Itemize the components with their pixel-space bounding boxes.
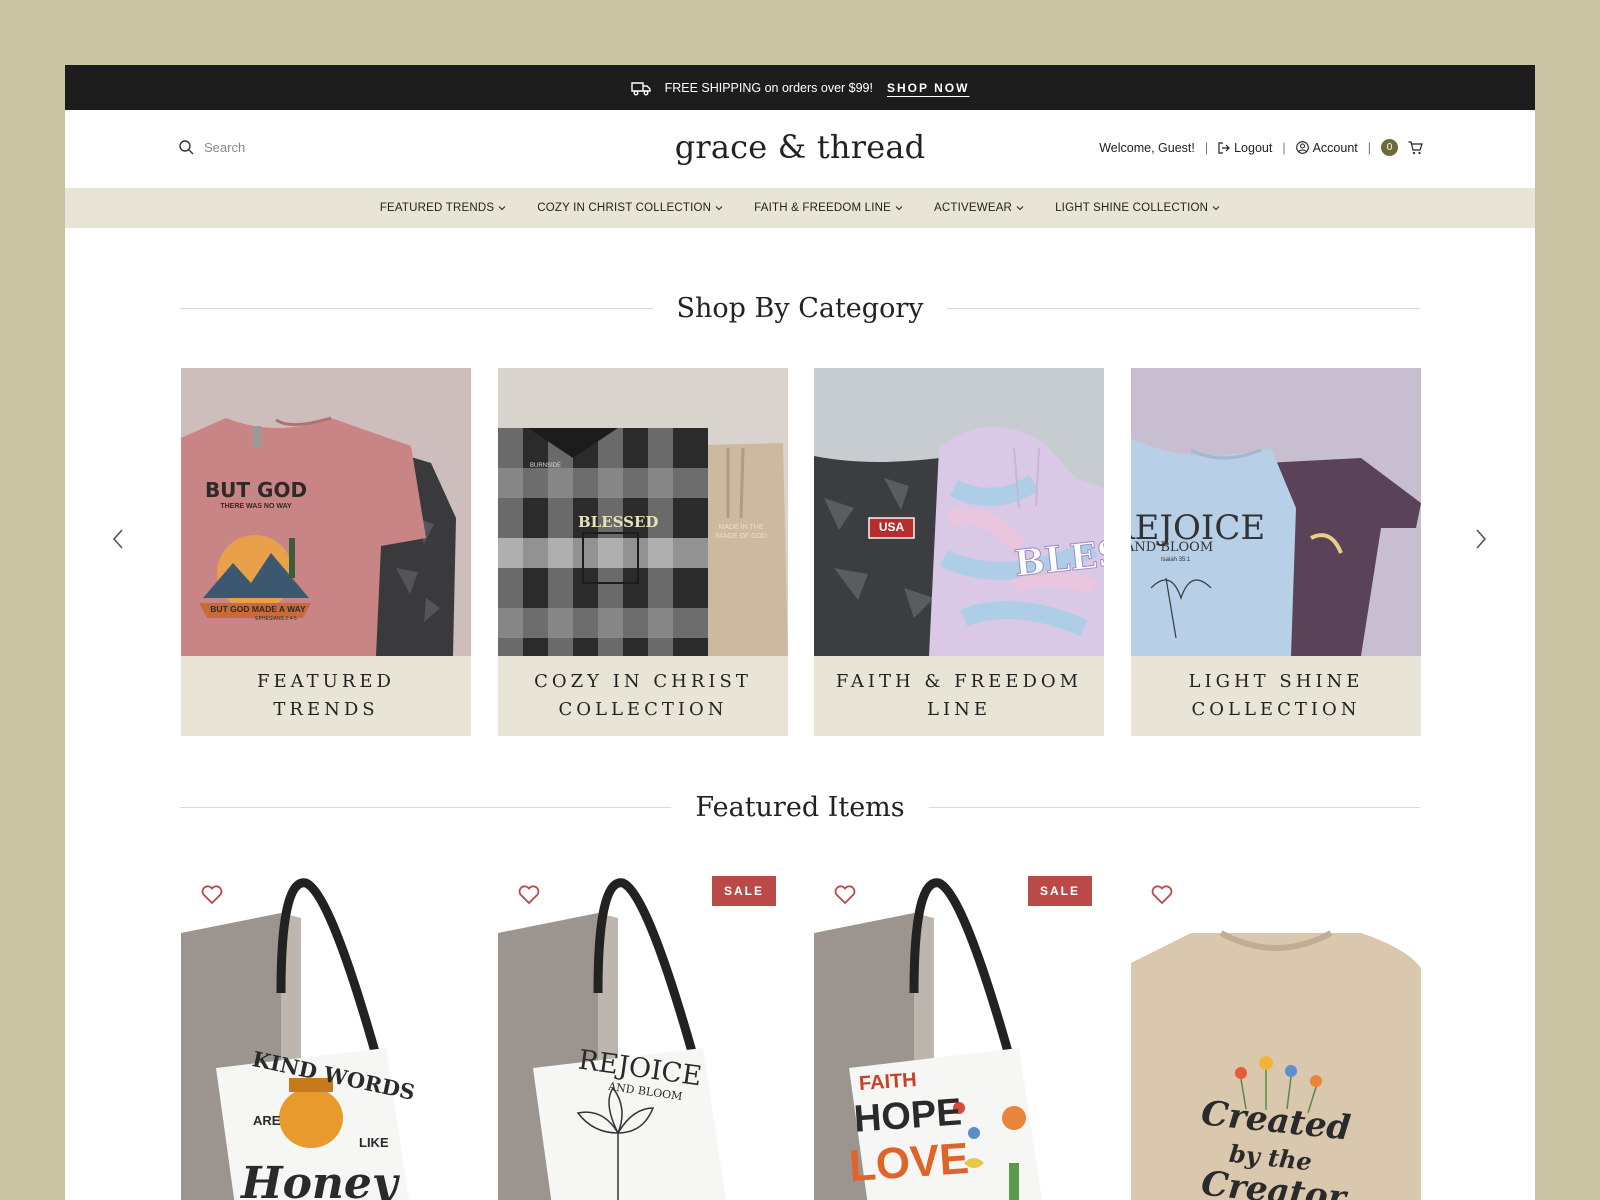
heart-icon[interactable] [1151, 885, 1173, 905]
tote-bag-image [181, 878, 410, 1200]
sale-badge: SALE [1027, 876, 1092, 906]
nav-label: COZY IN CHRIST COLLECTION [537, 202, 712, 214]
product-card[interactable]: FAITH HOPE LOVE SALE [814, 873, 1104, 1200]
category-card-light-shine[interactable]: REJOICE AND BLOOM Isaiah 35:1 LIGHT SHIN… [1131, 368, 1421, 736]
cart-icon[interactable] [1408, 140, 1423, 155]
product-art-line2: HOPE [852, 1091, 964, 1141]
logout-label: Logout [1234, 140, 1273, 155]
category-label: FEATURED TRENDS [181, 656, 471, 736]
category-image: BUT GOD THERE WAS NO WAY BUT GOD MADE A … [181, 368, 471, 656]
shirt-print-foot: BUT GOD MADE A WAY [210, 604, 306, 614]
product-art-line1: FAITH [858, 1069, 918, 1095]
nav-label: FEATURED TRENDS [379, 202, 495, 214]
category-card-featured-trends[interactable]: BUT GOD THERE WAS NO WAY BUT GOD MADE A … [181, 368, 471, 736]
nav-label: ACTIVEWEAR [934, 202, 1013, 214]
shirt-print-title: USA [878, 520, 905, 534]
shirt-tag: BURNSIDE [530, 463, 562, 469]
featured-items-heading: Featured Items [180, 792, 1420, 823]
shirt-print-sub: AND BLOOM [1131, 540, 1214, 555]
category-carousel: BUT GOD THERE WAS NO WAY BUT GOD MADE A … [181, 368, 1421, 736]
carousel-prev-icon[interactable] [111, 528, 127, 550]
divider-line [180, 308, 653, 309]
shirt-print-sub: THERE WAS NO WAY [220, 503, 292, 510]
nav-item-activewear[interactable]: ACTIVEWEAR [934, 202, 1024, 214]
account-link[interactable]: Account [1295, 140, 1358, 155]
product-art-line3: LOVE [847, 1133, 971, 1192]
category-label: COZY IN CHRIST COLLECTION [498, 656, 788, 736]
hoodie-mockup-image [814, 426, 1104, 656]
divider-line [928, 807, 1420, 808]
nav-item-cozy-in-christ[interactable]: COZY IN CHRIST COLLECTION [537, 202, 723, 214]
divider: | [1204, 140, 1209, 155]
store-page: FREE SHIPPING on orders over $99! SHOP N… [65, 65, 1535, 1200]
chevron-down-icon [498, 206, 506, 211]
sale-badge: SALE [711, 876, 776, 906]
product-card[interactable]: KIND WORDS ARE LIKE Honey [181, 873, 471, 1200]
pants-print-text: MADE IN THE IMAGE OF GOD [714, 524, 768, 540]
chevron-down-icon [1212, 206, 1220, 211]
nav-label: LIGHT SHINE COLLECTION [1055, 202, 1209, 214]
shirt-print-title: BUT GOD [204, 478, 308, 502]
shirt-print-title: BLESSED [578, 513, 659, 531]
featured-products: KIND WORDS ARE LIKE Honey REJOICE AND BL… [181, 873, 1421, 1200]
chevron-down-icon [895, 206, 903, 211]
tote-bag-image [498, 878, 727, 1200]
carousel-next-icon[interactable] [1472, 528, 1488, 550]
divider-line [947, 308, 1420, 309]
divider: | [1367, 140, 1371, 155]
logout-icon [1218, 141, 1230, 154]
promo-text: FREE SHIPPING on orders over $99! [664, 80, 873, 95]
category-image: BURNSIDE BLESSED MADE IN THE IMAGE OF GO… [498, 368, 788, 656]
category-label: FAITH & FREEDOM LINE [814, 656, 1104, 736]
product-art-line2: ARE [253, 1113, 281, 1128]
nav-item-light-shine[interactable]: LIGHT SHINE COLLECTION [1055, 202, 1220, 214]
divider: | [1282, 140, 1286, 155]
chevron-down-icon [715, 206, 723, 211]
category-image: REJOICE AND BLOOM Isaiah 35:1 [1131, 368, 1421, 656]
product-art-line3: LIKE [359, 1135, 389, 1150]
account-links: Welcome, Guest! | Logout | Account | 0 [1099, 139, 1423, 156]
truck-icon [630, 81, 651, 95]
category-card-faith-freedom[interactable]: USA BLESSED FAITH & FREEDOM LINE [814, 368, 1104, 736]
heart-icon[interactable] [518, 885, 540, 905]
section-title: Featured Items [695, 792, 905, 823]
flannel-mockup-image [498, 428, 788, 656]
category-card-cozy-in-christ[interactable]: BURNSIDE BLESSED MADE IN THE IMAGE OF GO… [498, 368, 788, 736]
category-label: LIGHT SHINE COLLECTION [1131, 656, 1421, 736]
shirt-print-ref: EPHESIANS 2:4-5 [255, 616, 297, 622]
welcome-text: Welcome, Guest! [1099, 140, 1195, 155]
site-header: Search grace & thread Welcome, Guest! | … [65, 110, 1535, 188]
user-icon [1295, 141, 1309, 154]
shop-now-link[interactable]: SHOP NOW [887, 81, 969, 95]
product-art-line4: Honey [241, 1158, 398, 1200]
shop-by-category-heading: Shop By Category [180, 293, 1420, 324]
cart-count-badge[interactable]: 0 [1381, 139, 1398, 156]
section-title: Shop By Category [676, 293, 924, 324]
chevron-down-icon [1016, 206, 1024, 211]
category-image: USA BLESSED [814, 368, 1104, 656]
logout-link[interactable]: Logout [1218, 141, 1272, 155]
divider-line [180, 807, 672, 808]
nav-item-faith-freedom[interactable]: FAITH & FREEDOM LINE [754, 202, 903, 214]
account-label: Account [1312, 140, 1358, 155]
product-card[interactable]: REJOICE AND BLOOM SALE [498, 873, 788, 1200]
product-card[interactable]: Created by the Creator [1131, 873, 1421, 1200]
shirt-print-ref: Isaiah 35:1 [1161, 557, 1191, 563]
heart-icon[interactable] [834, 885, 856, 905]
heart-icon[interactable] [201, 885, 223, 905]
nav-label: FAITH & FREEDOM LINE [754, 202, 892, 214]
promo-bar: FREE SHIPPING on orders over $99! SHOP N… [65, 65, 1535, 110]
main-nav: FEATURED TRENDS COZY IN CHRIST COLLECTIO… [65, 188, 1535, 228]
nav-item-featured-trends[interactable]: FEATURED TRENDS [380, 202, 506, 214]
